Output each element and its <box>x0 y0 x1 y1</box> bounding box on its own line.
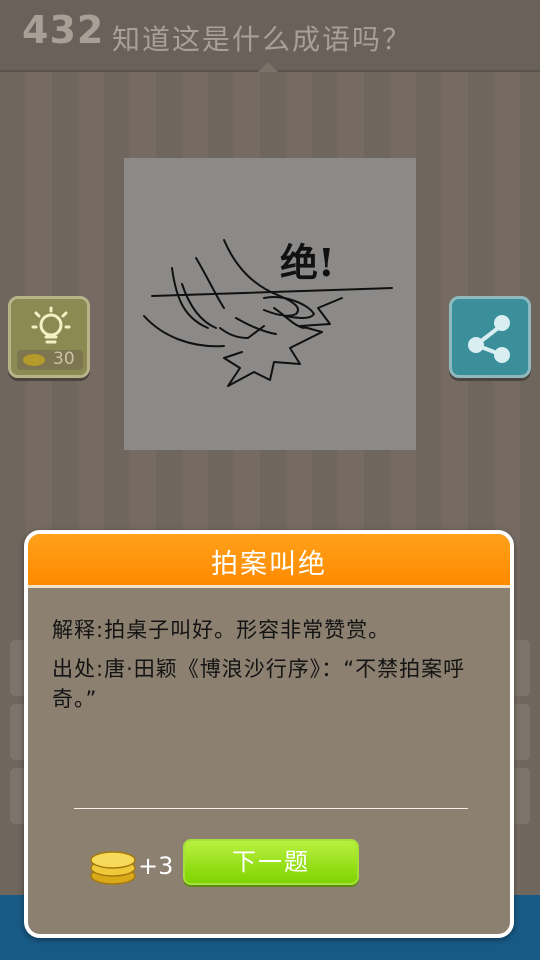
idiom-title: 拍案叫绝 <box>211 549 327 580</box>
lightbulb-icon <box>31 306 71 344</box>
dialog-header: 拍案叫绝 <box>28 534 510 588</box>
gold-coins-icon <box>90 851 136 885</box>
top-bar: 432 知道这是什么成语吗？ <box>0 0 540 72</box>
hint-cost-value: 30 <box>53 349 75 369</box>
source-text: 出处:唐·田颖《博浪沙行序》：“不禁拍案呼奇。” <box>52 657 466 711</box>
image-caption: 绝! <box>280 240 335 285</box>
hand-slap-drawing <box>143 239 393 387</box>
reward-amount: +3 <box>138 852 174 880</box>
question-text: 知道这是什么成语吗？ <box>112 23 413 56</box>
share-icon <box>468 315 510 363</box>
share-button[interactable] <box>449 296 531 378</box>
hint-button[interactable]: 30 <box>8 296 90 378</box>
hint-cost-badge: 30 <box>17 349 83 370</box>
puzzle-image: 绝! <box>124 158 416 450</box>
bar-notch <box>258 62 278 72</box>
coin-icon <box>23 354 45 366</box>
divider <box>74 808 468 809</box>
next-question-button[interactable]: 下一题 <box>183 839 359 885</box>
answer-dialog: 拍案叫绝 解释:拍桌子叫好。形容非常赞赏。 出处:唐·田颖《博浪沙行序》：“不禁… <box>24 530 514 938</box>
level-number: 432 <box>22 8 105 52</box>
explanation-text: 解释:拍桌子叫好。形容非常赞赏。 <box>52 618 391 642</box>
